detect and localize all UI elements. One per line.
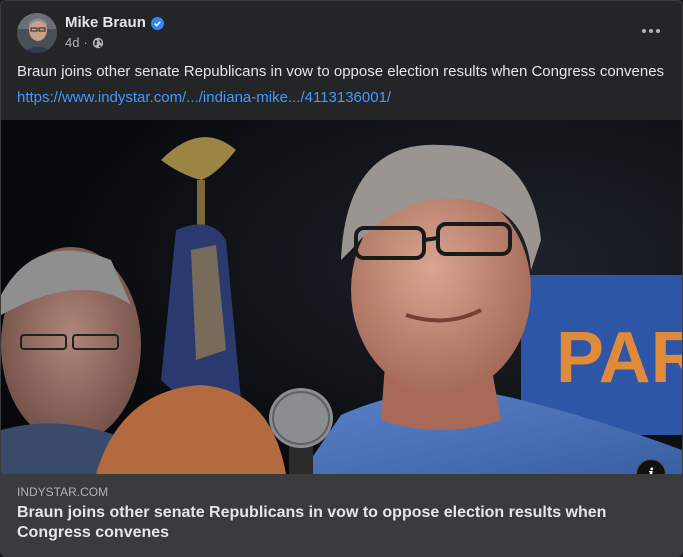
link-domain: INDYSTAR.COM [17,485,109,499]
post-text: Braun joins other senate Republicans in … [17,63,665,80]
meta-separator: · [83,35,88,50]
globe-icon [92,37,104,49]
more-options-icon[interactable] [635,17,667,45]
link-card[interactable]: INDYSTAR.COM Braun joins other senate Re… [1,474,682,556]
author-avatar[interactable] [17,13,57,53]
background-sign-text: PAR [556,318,682,398]
author-name-row: Mike Braun [65,14,164,32]
author-name[interactable]: Mike Braun [65,14,146,32]
post-header: Mike Braun 4d · [17,13,667,55]
post-meta: 4d · [65,35,104,51]
verified-badge-icon [150,16,164,30]
link-title[interactable]: Braun joins other senate Republicans in … [17,503,657,543]
post-link[interactable]: https://www.indystar.com/.../indiana-mik… [17,89,667,107]
post-timestamp[interactable]: 4d [65,35,79,51]
link-preview-image[interactable]: PAR i [1,120,682,474]
feed-post: Mike Braun 4d · Braun joins other senate… [0,0,683,557]
